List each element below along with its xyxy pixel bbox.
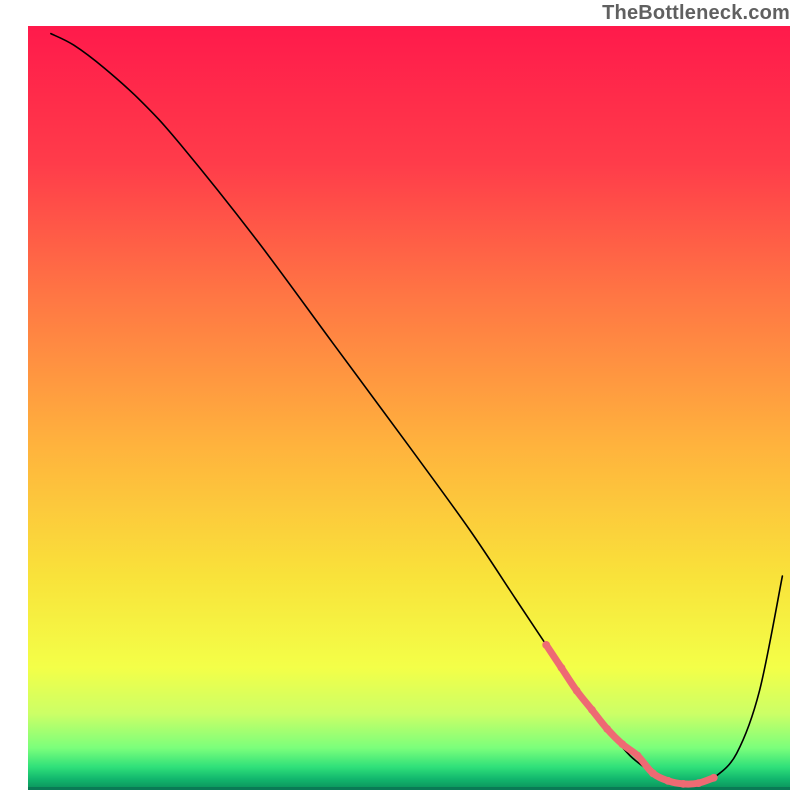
ideal-band-dot: [679, 780, 687, 788]
plot-area: [28, 26, 790, 790]
base-strip: [28, 787, 790, 790]
ideal-band-dot: [558, 664, 566, 672]
ideal-band-dot: [573, 687, 581, 695]
ideal-band-dot: [634, 752, 642, 760]
watermark-text: TheBottleneck.com: [602, 2, 790, 25]
chart-svg: [0, 0, 800, 800]
ideal-band-dot: [649, 769, 657, 777]
ideal-band-dot: [710, 774, 718, 782]
ideal-band-dot: [542, 641, 550, 649]
ideal-band-dot: [664, 777, 672, 785]
gradient-background: [28, 26, 790, 790]
chart-stage: TheBottleneck.com: [0, 0, 800, 800]
ideal-band-dot: [588, 706, 596, 714]
ideal-band-dot: [695, 779, 703, 787]
ideal-band-dot: [618, 740, 626, 748]
ideal-band-dot: [603, 725, 611, 733]
